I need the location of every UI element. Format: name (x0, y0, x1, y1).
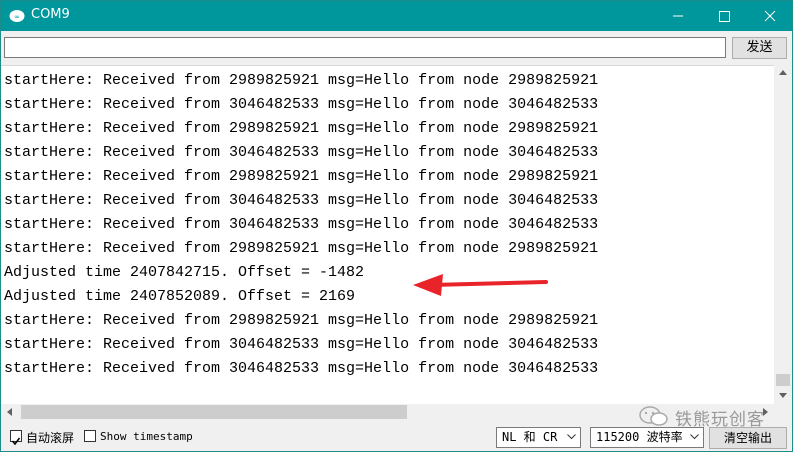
output-line: startHere: Received from 3046482533 msg=… (4, 360, 599, 377)
output-line: startHere: Received from 2989825921 msg=… (4, 240, 599, 257)
scroll-up-icon[interactable] (779, 70, 787, 75)
svg-text:∞: ∞ (14, 13, 20, 21)
scroll-down-icon[interactable] (779, 393, 787, 398)
serial-monitor-window: ∞ COM9 发送 startHere: Received from 29898… (0, 0, 793, 452)
output-line: Adjusted time 2407842715. Offset = -1482 (4, 264, 365, 281)
arduino-logo-icon: ∞ (9, 10, 25, 22)
timestamp-checkbox[interactable] (84, 430, 96, 442)
serial-input[interactable] (4, 37, 726, 58)
maximize-button[interactable] (701, 1, 747, 31)
minimize-icon (673, 15, 683, 17)
scroll-left-icon[interactable] (7, 408, 12, 416)
output-line: startHere: Received from 3046482533 msg=… (4, 192, 599, 209)
output-line: Adjusted time 2407852089. Offset = 2169 (4, 288, 356, 305)
vertical-scrollbar[interactable] (774, 65, 792, 404)
output-line: startHere: Received from 3046482533 msg=… (4, 96, 599, 113)
chevron-down-icon (567, 434, 576, 440)
output-line: startHere: Received from 2989825921 msg=… (4, 120, 599, 137)
close-button[interactable] (747, 1, 793, 31)
timestamp-label: Show timestamp (100, 430, 193, 443)
checkmark-icon (11, 437, 21, 446)
send-button[interactable]: 发送 (732, 37, 787, 59)
autoscroll-checkbox[interactable] (10, 430, 22, 446)
output-line: startHere: Received from 2989825921 msg=… (4, 168, 599, 185)
output-line: startHere: Received from 3046482533 msg=… (4, 144, 599, 161)
wechat-icon (639, 406, 668, 426)
minimize-button[interactable] (655, 1, 701, 31)
close-icon (764, 10, 776, 22)
output-line: startHere: Received from 3046482533 msg=… (4, 216, 599, 233)
line-ending-select[interactable]: NL 和 CR (496, 427, 581, 448)
watermark: 铁熊玩创客 (637, 401, 777, 431)
autoscroll-label: 自动滚屏 (26, 431, 75, 445)
window-title: COM9 (31, 7, 70, 22)
maximize-icon (719, 11, 730, 22)
horizontal-scroll-thumb[interactable] (21, 405, 407, 419)
output-line: startHere: Received from 2989825921 msg=… (4, 312, 599, 329)
chevron-down-icon (690, 434, 699, 440)
watermark-text: 铁熊玩创客 (675, 410, 765, 430)
red-arrow-annotation (413, 274, 548, 296)
baud-rate-value: 115200 波特率 (596, 430, 683, 444)
line-ending-value: NL 和 CR (502, 430, 558, 444)
scroll-thumb[interactable] (776, 374, 790, 386)
serial-output[interactable]: startHere: Received from 2989825921 msg=… (1, 65, 774, 405)
title-bar: ∞ COM9 (1, 1, 792, 31)
send-row: 发送 (1, 31, 792, 65)
output-line: startHere: Received from 2989825921 msg=… (4, 72, 599, 89)
output-line: startHere: Received from 3046482533 msg=… (4, 336, 599, 353)
